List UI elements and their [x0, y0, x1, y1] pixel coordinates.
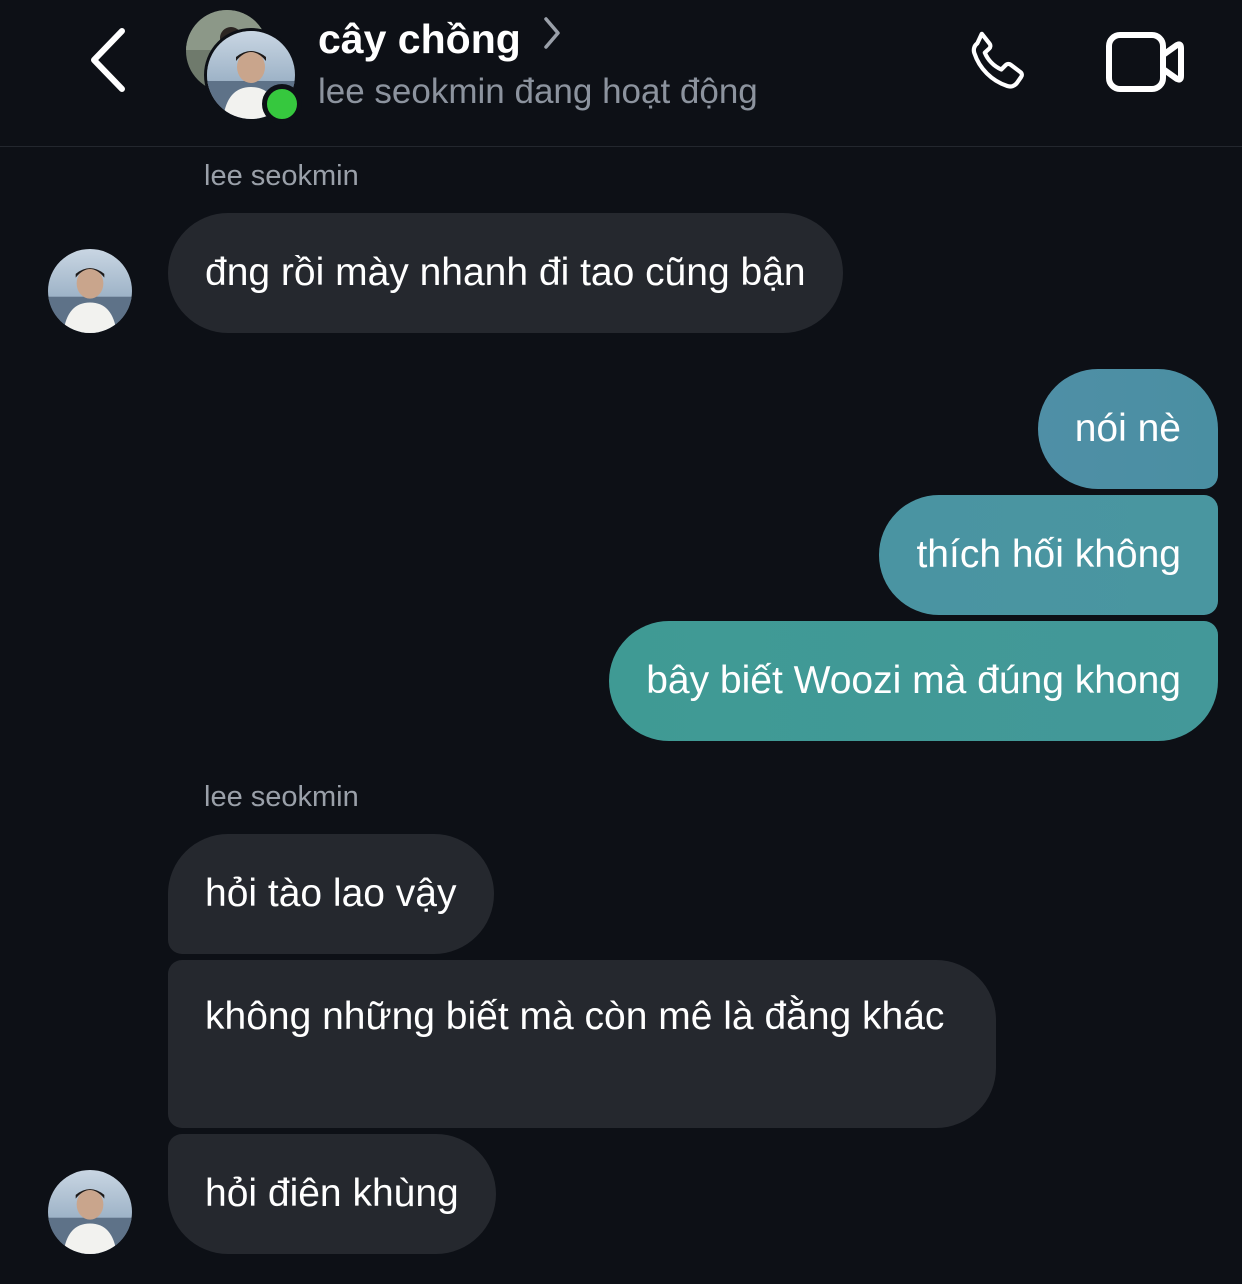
message-bubble-incoming[interactable]: hỏi tào lao vậy: [168, 834, 494, 954]
message-bubble-outgoing[interactable]: thích hối không: [879, 495, 1218, 615]
sender-avatar[interactable]: [48, 249, 132, 333]
chat-header: cây chồng lee seokmin đang hoạt động: [0, 0, 1242, 147]
message-text: hỏi tào lao vậy: [205, 872, 457, 915]
message-bubble-outgoing[interactable]: nói nè: [1037, 369, 1218, 489]
chevron-right-icon: [543, 13, 561, 60]
sender-avatar[interactable]: [48, 1170, 132, 1254]
message-text: đng rồi mày nhanh đi tao cũng bận: [205, 251, 806, 294]
contact-avatar[interactable]: [186, 10, 302, 124]
message-bubble-incoming[interactable]: không những biết mà còn mê là đằng khác: [168, 960, 996, 1128]
message-text: hỏi điên khùng: [205, 1172, 459, 1215]
message-text: nói nè: [1074, 407, 1181, 450]
voice-call-button[interactable]: [958, 26, 1038, 102]
contact-name-text: cây chồng: [318, 16, 521, 62]
message-bubble-incoming[interactable]: hỏi điên khùng: [168, 1134, 496, 1254]
back-button[interactable]: [78, 26, 138, 98]
message-bubble-outgoing[interactable]: bây biết Woozi mà đúng khong: [609, 621, 1218, 741]
contact-name[interactable]: cây chồng: [318, 16, 561, 63]
sender-name: lee seokmin: [204, 160, 359, 192]
active-status: lee seokmin đang hoạt động: [318, 72, 758, 111]
message-text: không những biết mà còn mê là đằng khác: [205, 995, 945, 1038]
message-text: thích hối không: [916, 533, 1181, 576]
video-call-button[interactable]: [1100, 26, 1190, 102]
online-status-dot: [262, 84, 302, 124]
message-text: bây biết Woozi mà đúng khong: [646, 659, 1181, 702]
chevron-left-icon: [88, 27, 128, 98]
video-camera-icon: [1105, 29, 1185, 100]
chat-screen: cây chồng lee seokmin đang hoạt động lee…: [0, 0, 1242, 1284]
message-bubble-incoming[interactable]: đng rồi mày nhanh đi tao cũng bận: [168, 213, 843, 333]
sender-name: lee seokmin: [204, 781, 359, 813]
phone-icon: [962, 26, 1034, 103]
